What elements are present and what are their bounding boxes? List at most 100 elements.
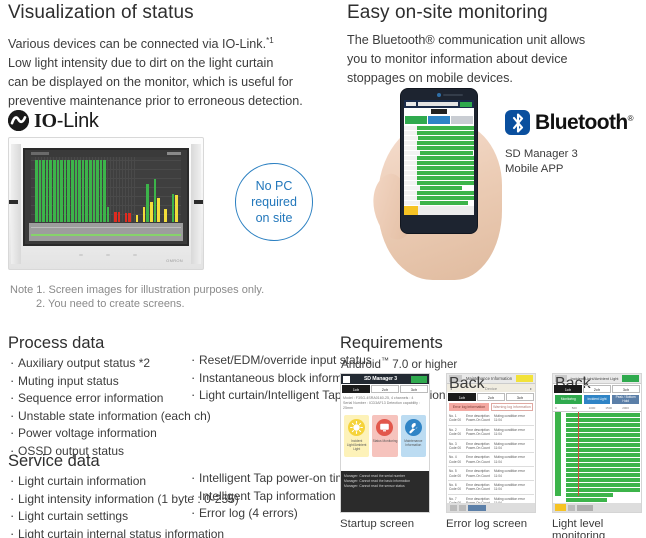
a2-error-row[interactable]: No. 6 Code 00 Error description Power-On Co…	[448, 481, 534, 495]
a2-footer-icon-2[interactable]	[459, 504, 466, 511]
phone-tab-incident-light[interactable]	[428, 116, 450, 124]
a3-back-button[interactable]: Back	[555, 375, 591, 392]
right-body-line-1: The Bluetooth® communication unit allows	[347, 33, 586, 47]
a2-channel-tabs[interactable]: 1ch 2ch 3ch	[447, 392, 535, 402]
a3-footer-icon-1[interactable]	[568, 504, 575, 511]
monitor-button-3[interactable]	[132, 254, 137, 256]
a2-tab-2ch[interactable]: 2ch	[477, 393, 505, 401]
a2-pager-prev-icon[interactable]: ◂	[450, 386, 452, 391]
phone-bar-row-fill	[417, 166, 474, 170]
a3-threshold-marker	[578, 412, 579, 496]
a3-segment-monitoring[interactable]: Monitoring	[555, 395, 582, 404]
monitor-chart-bar	[52, 160, 56, 222]
phone-bar-row	[404, 131, 474, 135]
a3-footer-sun-icon[interactable]	[555, 504, 566, 511]
bluetooth-rune-glyph	[512, 112, 523, 133]
a2-pager-next-icon[interactable]: ▸	[530, 386, 532, 391]
a2-error-row[interactable]: No. 2 Code 00 Error description Power-On Co…	[448, 426, 534, 440]
a2-row-message: Muting condition error11:04	[494, 455, 525, 464]
a2-pager-label: Device	[484, 385, 498, 391]
a3-tab-2ch[interactable]: 2ch	[583, 385, 611, 393]
screenshot-error-log: Back Maintenance Information ◂ Device ▸ …	[446, 373, 536, 538]
a2-row-message: Muting condition error11:04	[494, 441, 525, 451]
monitor-title-block	[31, 152, 49, 155]
a3-titlebar: Back Incident Light/Ambient Light	[553, 374, 641, 392]
a1-log-line-3: Manager: Cannot read the sensor status	[344, 484, 405, 488]
a1-card-maintenance[interactable]: Maintenance Information	[400, 415, 426, 457]
a3-segment-peak-bottom[interactable]: Peak / Bottom Hold	[612, 395, 640, 404]
screenshot-error-log-image: Back Maintenance Information ◂ Device ▸ …	[446, 373, 536, 513]
a2-error-row[interactable]: No. 1 Code 00 Error description Power-On Co…	[448, 412, 534, 426]
a3-tab-1ch[interactable]: 1ch	[554, 385, 582, 393]
a2-row-message: Muting condition error11:04	[494, 469, 525, 478]
a2-tab-1ch[interactable]: 1ch	[448, 393, 476, 401]
a3-chart-area	[553, 412, 641, 512]
phone-bar-row-fill	[418, 136, 474, 140]
a2-error-row[interactable]: No. 3 Code 00 Error description Power-On Co…	[448, 440, 534, 454]
phone-bar-row-label	[404, 171, 418, 175]
phone-bar-row-fill	[420, 151, 474, 155]
a2-row-number: No. 3 Code 00	[449, 441, 462, 451]
a2-log-type-segments[interactable]: Error log information Warning log inform…	[447, 402, 535, 412]
monitor-chart-bar	[56, 160, 60, 222]
bluetooth-subtext: SD Manager 3 Mobile APP	[505, 147, 578, 177]
monitor-button-2[interactable]	[106, 254, 110, 256]
monitor-chart-bar	[49, 160, 52, 222]
bluetooth-logo: Bluetooth®	[505, 110, 634, 135]
a2-segment-error-log[interactable]: Error log information	[449, 403, 489, 411]
a3-channel-strip	[553, 412, 566, 496]
a3-mode-segments[interactable]: Monitoring Incident Light Peak / Bottom …	[553, 394, 641, 405]
smartphone-device	[400, 88, 478, 234]
phone-tab-monitoring[interactable]	[405, 116, 427, 124]
phone-tab-peak-bottom[interactable]	[451, 116, 473, 124]
phone-bar-row-label	[404, 166, 418, 170]
phone-bar-row-label	[404, 131, 418, 135]
process-data-item: Light curtain/Intelligent Tap lockout in…	[191, 386, 446, 405]
a1-channel-tabs[interactable]: 1ch 2ch 3ch	[341, 384, 429, 394]
a1-menu-icon[interactable]	[343, 375, 350, 383]
a3-channel-tabs[interactable]: 1ch 2ch 3ch	[553, 384, 641, 394]
phone-bar-row-label	[404, 161, 418, 165]
a1-card-incident-light[interactable]: Incident Light/Ambient Light	[344, 415, 370, 457]
requirements-trademark-mark: ™	[380, 356, 389, 365]
a1-card-status-monitoring[interactable]: Status Monitoring	[372, 415, 398, 457]
a2-send-button[interactable]	[468, 504, 486, 511]
phone-screen	[404, 100, 474, 216]
process-data-item: Auxiliary output status *2	[10, 354, 211, 373]
monitor-chart-bar	[78, 160, 81, 222]
phone-app-back-button[interactable]	[406, 102, 416, 106]
a3-tab-3ch[interactable]: 3ch	[612, 385, 640, 393]
a3-footer-button[interactable]	[577, 504, 593, 511]
a2-segment-warning-log[interactable]: Warning log information	[491, 403, 533, 411]
monitor-hinge-right	[194, 200, 203, 204]
a2-row-message: Muting condition error11:04	[494, 414, 525, 423]
phone-bar-row-label	[404, 176, 418, 180]
monitor-chart-bar	[67, 160, 70, 222]
monitor-chart-bar	[171, 194, 175, 222]
monitor-chart-bar	[175, 195, 178, 222]
a2-footer-icon-1[interactable]	[450, 504, 457, 511]
a3-segment-incident-light[interactable]: Incident Light	[583, 395, 611, 404]
a2-back-button[interactable]: Back	[449, 375, 485, 392]
a1-tab-1ch[interactable]: 1ch	[342, 385, 370, 393]
footnote-marker-1: *1	[266, 36, 274, 45]
a2-tab-3ch[interactable]: 3ch	[506, 393, 534, 401]
phone-bar-row-fill	[417, 156, 474, 160]
left-body-line-2: Low light intensity due to dirt on the l…	[8, 56, 274, 71]
footnote-2: 2. You need to create screens.	[36, 298, 185, 310]
bluetooth-wordmark: Bluetooth®	[535, 112, 634, 133]
a2-row-kind: Error descriptionPower-On Count	[466, 427, 490, 437]
monitor-button-1[interactable]	[79, 254, 84, 256]
monitor-title-right-block	[167, 152, 181, 155]
a2-error-row[interactable]: No. 5 Code 00 Error description Power-On Co…	[448, 467, 534, 482]
phone-bar-row-fill	[417, 191, 474, 195]
phone-bar-row	[404, 166, 474, 170]
phone-app-tabs[interactable]	[404, 115, 474, 125]
a2-error-row[interactable]: No. 4 Code 00 Error description Power-On Co…	[448, 453, 534, 468]
a2-row-kind: Error descriptionPower-On Count	[466, 469, 490, 478]
a1-device-meta: Model : F3SG-4SRA0160-25, 4 channels : 4…	[341, 394, 429, 413]
screenshot-startup: SD Manager 3 1ch 2ch 3ch Model : F3SG-4S…	[340, 373, 430, 538]
phone-bar-row	[404, 186, 474, 190]
a1-tab-3ch[interactable]: 3ch	[400, 385, 428, 393]
a1-tab-2ch[interactable]: 2ch	[371, 385, 399, 393]
